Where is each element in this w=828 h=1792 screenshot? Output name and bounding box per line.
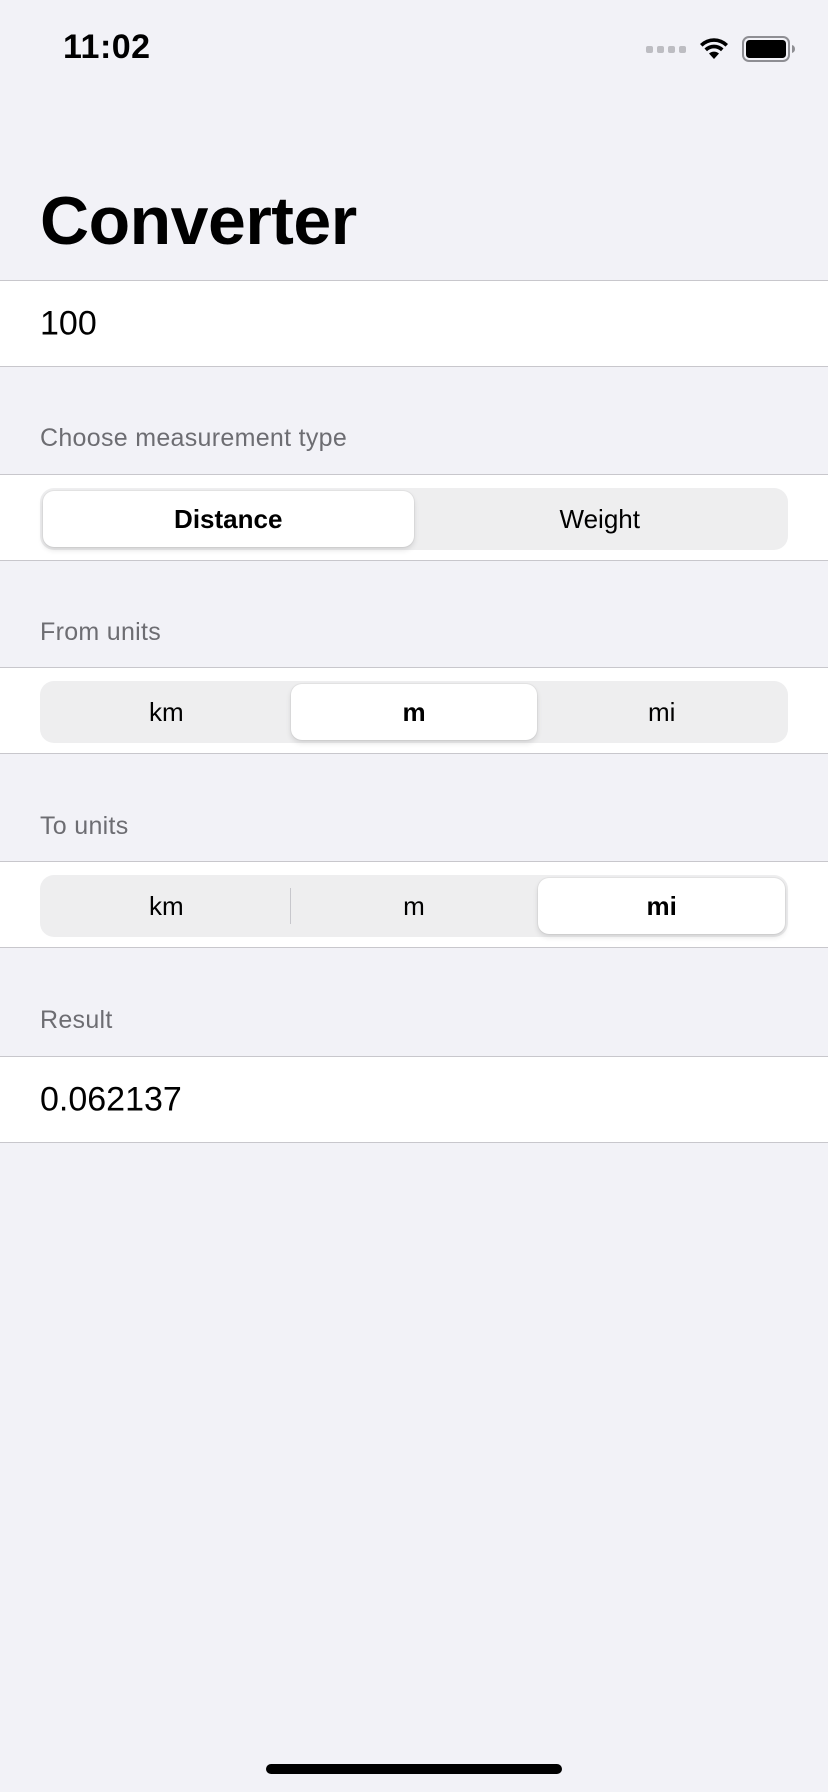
status-icons bbox=[646, 36, 796, 62]
to-segment-mi[interactable]: mi bbox=[538, 878, 786, 934]
result-header: Result bbox=[40, 1006, 113, 1034]
result-value: 0.062137 bbox=[40, 1080, 182, 1118]
status-time: 11:02 bbox=[63, 28, 151, 66]
amount-row bbox=[0, 280, 828, 367]
to-units-row: km m mi bbox=[0, 861, 828, 948]
from-segment-km[interactable]: km bbox=[43, 684, 290, 740]
segment-weight[interactable]: Weight bbox=[415, 491, 786, 547]
wifi-icon bbox=[700, 38, 728, 59]
measurement-type-header: Choose measurement type bbox=[40, 424, 348, 452]
home-indicator[interactable] bbox=[266, 1764, 562, 1774]
from-units-header: From units bbox=[40, 618, 162, 646]
measurement-type-segmented-control: Distance Weight bbox=[40, 488, 788, 550]
amount-input[interactable] bbox=[40, 304, 780, 343]
to-units-segmented-control: km m mi bbox=[40, 875, 788, 937]
result-row: 0.062137 bbox=[0, 1056, 828, 1143]
from-segment-mi[interactable]: mi bbox=[538, 684, 785, 740]
amount-field-wrapper bbox=[40, 304, 780, 343]
to-segment-km[interactable]: km bbox=[43, 878, 290, 934]
from-units-segmented-control: km m mi bbox=[40, 681, 788, 743]
segment-distance[interactable]: Distance bbox=[43, 491, 414, 547]
measurement-type-row: Distance Weight bbox=[0, 474, 828, 561]
from-units-row: km m mi bbox=[0, 667, 828, 754]
battery-icon bbox=[742, 36, 795, 62]
cellular-signal-icon bbox=[646, 45, 686, 53]
from-segment-m[interactable]: m bbox=[290, 684, 538, 740]
to-units-header: To units bbox=[40, 812, 129, 840]
to-segment-m[interactable]: m bbox=[291, 878, 538, 934]
page-title: Converter bbox=[40, 183, 357, 259]
status-bar: 11:02 bbox=[0, 0, 828, 100]
